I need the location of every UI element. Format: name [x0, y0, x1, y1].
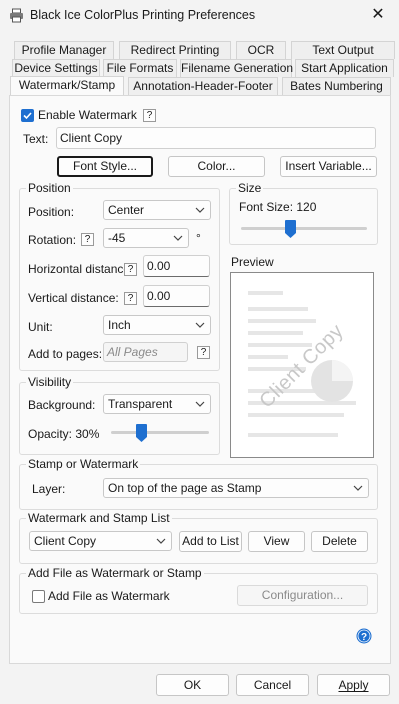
chevron-down-icon: [156, 538, 166, 544]
add-file-watermark-checkbox[interactable]: [32, 590, 45, 603]
layer-select[interactable]: On top of the page as Stamp: [103, 478, 369, 498]
position-group-title: Position: [26, 181, 73, 195]
visibility-group-title: Visibility: [26, 375, 74, 389]
help-icon[interactable]: ?: [356, 628, 372, 644]
add-to-list-button[interactable]: Add to List: [179, 531, 242, 552]
tab-filename-generation[interactable]: Filename Generation: [180, 59, 293, 77]
add-to-pages-label: Add to pages:: [28, 347, 103, 361]
vertical-distance-input[interactable]: 0.00: [143, 285, 210, 307]
opacity-label: Opacity: 30%: [28, 427, 100, 441]
tab-ocr[interactable]: OCR: [236, 41, 286, 59]
watermark-list-select[interactable]: Client Copy: [29, 531, 172, 551]
tab-file-formats[interactable]: File Formats: [103, 59, 177, 77]
text-label: Text:: [23, 132, 49, 146]
font-size-label: Font Size: 120: [239, 200, 317, 214]
tab-redirect-printing[interactable]: Redirect Printing: [119, 41, 231, 59]
tab-watermark-stamp[interactable]: Watermark/Stamp: [10, 76, 124, 96]
svg-text:?: ?: [361, 632, 367, 643]
opacity-slider-thumb[interactable]: [136, 424, 147, 442]
tab-bates-numbering[interactable]: Bates Numbering: [282, 77, 391, 95]
color-button[interactable]: Color...: [168, 156, 265, 177]
enable-watermark-label[interactable]: Enable Watermark: [38, 108, 137, 122]
tab-text-output[interactable]: Text Output: [291, 41, 395, 59]
preview-title: Preview: [231, 255, 274, 269]
vertical-distance-help-button[interactable]: ?: [124, 292, 137, 305]
list-group-title: Watermark and Stamp List: [26, 511, 172, 525]
unit-label: Unit:: [28, 320, 53, 334]
position-label: Position:: [28, 205, 75, 219]
horizontal-distance-help-button[interactable]: ?: [124, 263, 137, 276]
unit-select[interactable]: Inch: [103, 315, 211, 335]
chevron-down-icon: [195, 322, 205, 328]
rotation-combo[interactable]: -45: [103, 228, 189, 248]
size-group: [229, 188, 378, 245]
ok-button[interactable]: OK: [156, 674, 229, 696]
add-file-watermark-label[interactable]: Add File as Watermark: [48, 589, 170, 603]
apply-button[interactable]: Apply: [317, 674, 390, 696]
watermark-list-value: Client Copy: [34, 534, 97, 548]
size-group-title: Size: [236, 181, 264, 195]
delete-button[interactable]: Delete: [311, 531, 368, 552]
background-select[interactable]: Transparent: [103, 394, 211, 414]
file-watermark-group-title: Add File as Watermark or Stamp: [26, 566, 204, 580]
unit-select-value: Inch: [108, 318, 131, 332]
enable-watermark-checkbox[interactable]: [21, 109, 34, 122]
horizontal-distance-label: Horizontal distance:: [28, 262, 134, 276]
position-select-value: Center: [108, 203, 145, 217]
add-to-pages-input: All Pages: [103, 342, 188, 362]
close-icon[interactable]: ✕: [367, 5, 389, 25]
font-style-button[interactable]: Font Style...: [57, 156, 153, 177]
chevron-down-icon: [173, 235, 183, 241]
layer-label: Layer:: [32, 482, 66, 496]
visibility-group: [19, 382, 220, 455]
tab-profile-manager[interactable]: Profile Manager: [14, 41, 114, 59]
cancel-button[interactable]: Cancel: [236, 674, 309, 696]
printer-icon: [10, 8, 23, 23]
font-size-slider-track[interactable]: [241, 227, 367, 230]
rotation-value: -45: [108, 231, 126, 245]
horizontal-distance-input[interactable]: 0.00: [143, 255, 210, 277]
watermark-text-input[interactable]: Client Copy: [56, 127, 376, 149]
title-bar: Black Ice ColorPlus Printing Preferences…: [0, 0, 399, 31]
tab-device-settings[interactable]: Device Settings: [12, 59, 100, 77]
window-title: Black Ice ColorPlus Printing Preferences: [30, 8, 256, 22]
rotation-unit: °: [196, 231, 201, 245]
opacity-slider-track[interactable]: [111, 431, 209, 434]
font-size-slider-thumb[interactable]: [285, 220, 296, 238]
add-to-pages-help-button[interactable]: ?: [197, 346, 210, 359]
chevron-down-icon: [195, 401, 205, 407]
insert-variable-button[interactable]: Insert Variable...: [280, 156, 377, 177]
position-select[interactable]: Center: [103, 200, 211, 220]
chevron-down-icon: [353, 485, 363, 491]
stamp-group-title: Stamp or Watermark: [26, 457, 141, 471]
preview-pane: Client Copy: [230, 272, 374, 458]
apply-button-label: Apply: [338, 678, 369, 692]
configuration-button: Configuration...: [237, 585, 368, 606]
layer-select-value: On top of the page as Stamp: [108, 481, 262, 495]
background-select-value: Transparent: [108, 397, 173, 411]
view-button[interactable]: View: [248, 531, 305, 552]
vertical-distance-label: Vertical distance:: [28, 291, 119, 305]
rotation-label: Rotation:: [28, 233, 77, 247]
checkmark-icon: [23, 112, 32, 120]
watermark-help-button[interactable]: ?: [143, 109, 156, 122]
tab-annotation-header-footer[interactable]: Annotation-Header-Footer: [128, 77, 278, 95]
chevron-down-icon: [195, 207, 205, 213]
tab-start-application[interactable]: Start Application: [295, 59, 394, 77]
background-label: Background:: [28, 398, 96, 412]
rotation-help-button[interactable]: ?: [81, 233, 94, 246]
